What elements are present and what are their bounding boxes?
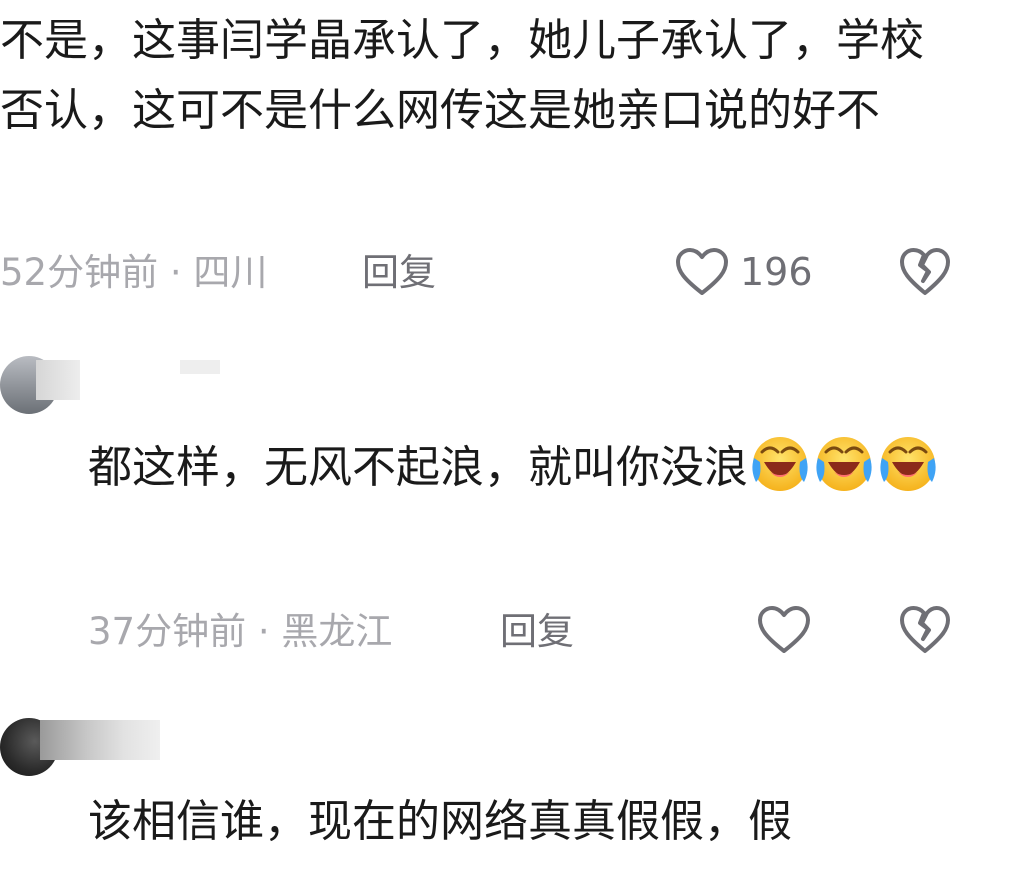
comment-text-body: 都这样，无风不起浪，就叫你没浪 [88, 442, 748, 493]
broken-heart-icon [898, 604, 952, 656]
username-mosaic [36, 360, 80, 400]
comment-text: 都这样，无风不起浪，就叫你没浪 [88, 432, 958, 503]
comment-meta: 37分钟前 · 黑龙江 [88, 610, 393, 653]
comment-text: 该相信谁，现在的网络真真假假，假 [88, 796, 792, 847]
username-mosaic [40, 720, 160, 760]
like-button[interactable] [756, 604, 812, 656]
reply-button[interactable]: 回复 [500, 607, 574, 657]
laughing-crying-emoji [812, 432, 876, 496]
like-count: 196 [740, 250, 813, 294]
laughing-crying-emoji [748, 432, 812, 496]
reply-button[interactable]: 回复 [362, 248, 436, 298]
like-button[interactable]: 196 [674, 246, 813, 298]
dislike-button[interactable] [898, 246, 952, 298]
heart-outline-icon [674, 246, 730, 298]
laughing-crying-emoji [876, 432, 940, 496]
username-mosaic [180, 360, 220, 374]
emoji-group [748, 437, 940, 493]
broken-heart-icon [898, 246, 952, 298]
comment-meta: 52分钟前 · 四川 [0, 251, 268, 294]
dislike-button[interactable] [898, 604, 952, 656]
heart-outline-icon [756, 604, 812, 656]
comment-text: 不是，这事闫学晶承认了，她儿子承认了，学校否认，这可不是什么网传这是她亲口说的好… [0, 15, 924, 136]
